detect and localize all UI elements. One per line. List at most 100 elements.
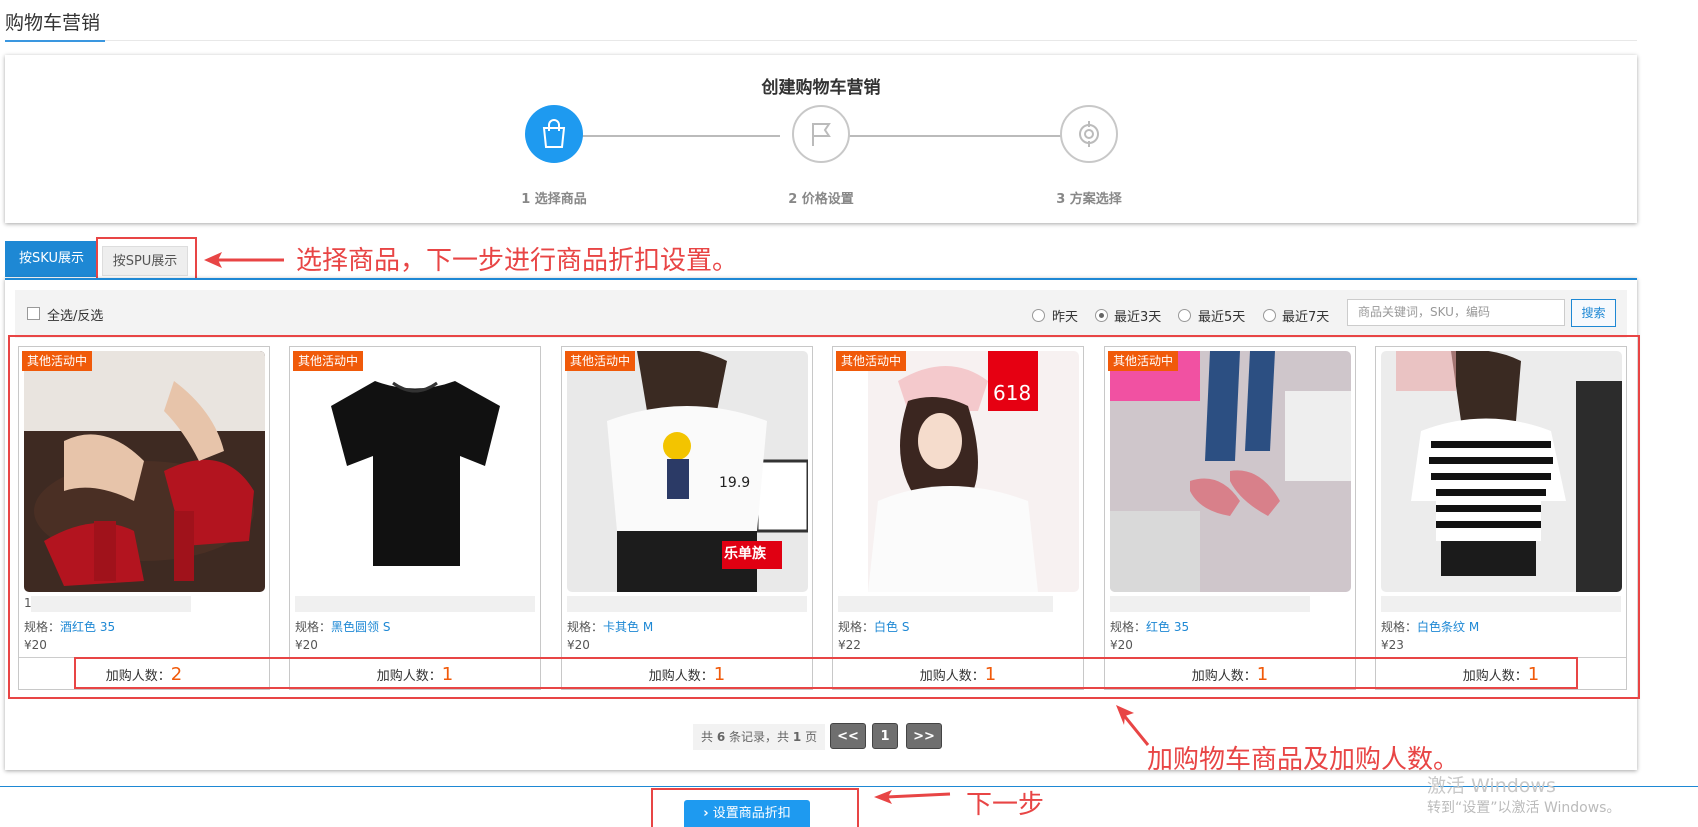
pagination-pages: 1 — [792, 730, 802, 744]
radio-yesterday-label: 昨天 — [1052, 310, 1079, 325]
product-spec: 规格：酒红色 35 — [24, 618, 115, 635]
annotation-tabs-note: 选择商品，下一步进行商品折扣设置。 — [296, 246, 739, 276]
set-discount-label: 设置商品折扣 — [712, 806, 791, 821]
spec-value: 红色 35 — [1146, 620, 1190, 634]
product-spec: 规格：白色条纹 M — [1381, 618, 1479, 635]
annotation-arrow-grid — [1116, 705, 1150, 746]
refresh-icon — [1079, 121, 1099, 147]
step-connector — [827, 135, 1067, 137]
product-title-blurred — [1381, 596, 1621, 612]
product-image — [295, 351, 536, 592]
select-all-label: 全选/反选 — [47, 309, 104, 324]
product-card[interactable]: 其他活动中 规格：红色 35 ¥20 加购人数：1 — [1104, 346, 1356, 690]
image-brand-text: 乐单族 — [724, 546, 766, 562]
steps-panel: 创建购物车营销 1 选择商品 2 价格设置 3 方案选择 — [5, 55, 1637, 223]
radio-last-7-days-label: 最近7天 — [1282, 310, 1330, 325]
product-spec: 规格：黑色圆领 S — [295, 618, 390, 635]
search-input[interactable]: 商品关键词，SKU，编码 — [1347, 299, 1565, 326]
spec-value: 卡其色 M — [603, 620, 654, 634]
select-all-checkbox[interactable] — [27, 307, 40, 320]
chevron-right-icon: › — [703, 806, 709, 821]
set-discount-button[interactable]: › 设置商品折扣 — [684, 800, 810, 827]
spec-label: 规格： — [24, 620, 61, 634]
spec-label: 规格： — [295, 620, 332, 634]
annotation-grid-note: 加购物车商品及加购人数。 — [1147, 745, 1460, 775]
product-card[interactable]: 其他活动中 1 规格：酒红色 35 ¥20 加购人数：2 — [18, 346, 270, 690]
radio-last-5-days[interactable] — [1178, 309, 1191, 322]
step-2-circle — [792, 105, 850, 163]
windows-watermark-title: 激活 Windows — [1427, 775, 1556, 797]
product-price: ¥20 — [24, 638, 47, 652]
spec-label: 规格： — [1110, 620, 1147, 634]
title-divider — [5, 40, 1637, 41]
activity-badge: 其他活动中 — [1108, 351, 1179, 371]
pagination-mid: 条记录，共 — [729, 730, 790, 744]
page-title: 购物车营销 — [5, 12, 101, 34]
search-button[interactable]: 搜索 — [1571, 299, 1616, 327]
title-underline — [5, 40, 105, 42]
activity-badge: 其他活动中 — [836, 351, 907, 371]
spec-label: 规格： — [838, 620, 875, 634]
product-spec: 规格：卡其色 M — [567, 618, 653, 635]
activity-badge: 其他活动中 — [22, 351, 93, 371]
product-title-blurred — [295, 596, 535, 612]
product-card[interactable]: 规格：白色条纹 M ¥23 加购人数：1 — [1375, 346, 1627, 690]
pagination-records: 6 — [716, 730, 726, 744]
product-title-blurred — [567, 596, 807, 612]
annotation-box-tabs — [96, 237, 197, 281]
product-price: ¥23 — [1381, 638, 1404, 652]
spec-label: 规格： — [1381, 620, 1418, 634]
radio-yesterday[interactable] — [1032, 309, 1045, 322]
pagination-prefix: 共 — [701, 730, 714, 744]
annotation-arrow-next — [874, 790, 951, 804]
spec-value: 白色条纹 M — [1417, 620, 1480, 634]
product-image — [24, 351, 265, 592]
product-price: ¥20 — [567, 638, 590, 652]
image-price-text: 19.9 — [719, 475, 751, 491]
pagination-info: 共 6 条记录，共 1 页 — [693, 724, 826, 750]
product-image — [1110, 351, 1351, 592]
spec-value: 黑色圆领 S — [331, 620, 391, 634]
product-price: ¥22 — [838, 638, 861, 652]
steps-title: 创建购物车营销 — [761, 78, 881, 98]
tab-sku[interactable]: 按SKU展示 — [5, 241, 98, 277]
product-card[interactable]: 19.9 乐单族 其他活动中 规格：卡其色 M ¥20 加购人数：1 — [561, 346, 813, 690]
radio-last-5-days-label: 最近5天 — [1198, 310, 1246, 325]
radio-last-3-days-label: 最近3天 — [1114, 310, 1162, 325]
step-1-circle — [525, 105, 583, 163]
product-title-blurred — [1110, 596, 1310, 612]
step-2-label: 2 价格设置 — [788, 192, 854, 207]
step-3-circle — [1060, 105, 1118, 163]
product-spec: 规格：白色 S — [838, 618, 909, 635]
product-image: 618 — [838, 351, 1079, 592]
flag-icon — [812, 123, 831, 146]
spec-value: 白色 S — [874, 620, 910, 634]
pagination-suffix: 页 — [805, 730, 818, 744]
spec-value: 酒红色 35 — [60, 620, 116, 634]
step-1-label: 1 选择商品 — [521, 192, 587, 207]
windows-watermark-subtitle: 转到“设置”以激活 Windows。 — [1427, 800, 1621, 816]
image-promo-text: 618 — [993, 381, 1032, 405]
radio-last-3-days[interactable] — [1095, 309, 1108, 322]
annotation-box-counts — [74, 657, 1578, 689]
spec-label: 规格： — [567, 620, 604, 634]
pagination-page-button[interactable]: 1 — [872, 723, 898, 749]
step-3-label: 3 方案选择 — [1056, 192, 1122, 207]
pagination-next-button[interactable]: >> — [906, 723, 942, 749]
product-image: 19.9 乐单族 — [567, 351, 808, 592]
annotation-arrow-tabs — [204, 252, 284, 268]
product-card[interactable]: 其他活动中 规格：黑色圆领 S ¥20 加购人数：1 — [289, 346, 541, 690]
product-image — [1381, 351, 1622, 592]
annotation-next-note: 下一步 — [966, 790, 1045, 820]
activity-badge: 其他活动中 — [565, 351, 636, 371]
activity-badge: 其他活动中 — [293, 351, 364, 371]
product-title-blurred — [838, 596, 1053, 612]
step-connector — [560, 135, 780, 137]
radio-last-7-days[interactable] — [1263, 309, 1276, 322]
product-card[interactable]: 618 其他活动中 规格：白色 S ¥22 加购人数：1 — [832, 346, 1084, 690]
product-price: ¥20 — [1110, 638, 1133, 652]
product-price: ¥20 — [295, 638, 318, 652]
shopping-bag-icon — [542, 119, 566, 148]
pagination-prev-button[interactable]: << — [830, 723, 866, 749]
product-spec: 规格：红色 35 — [1110, 618, 1189, 635]
